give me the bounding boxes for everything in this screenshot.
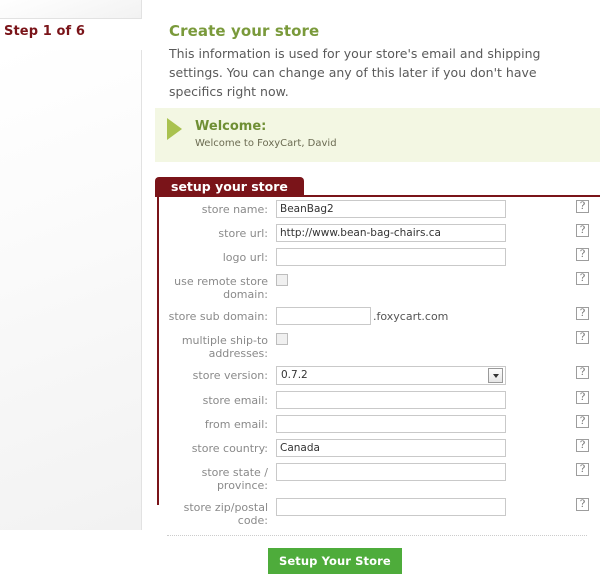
- help-icon-logo-url[interactable]: ?: [576, 248, 589, 261]
- step-indicator: Step 1 of 6: [4, 24, 86, 39]
- control-logo-url: [276, 248, 600, 266]
- form-row-use-remote-store-domain: use remote store domain: ?: [155, 272, 600, 301]
- help-icon-store-zip-postal-code[interactable]: ?: [576, 498, 589, 511]
- submit-row: Setup Your Store: [155, 548, 600, 574]
- form-row-store-country: store country: ?: [155, 439, 600, 457]
- label-logo-url: logo url:: [222, 251, 268, 264]
- setup-your-store-button[interactable]: Setup Your Store: [268, 548, 402, 574]
- form-row-store-version: store version: 0.7.2 ?: [155, 366, 600, 385]
- triangle-right-icon: [167, 118, 182, 140]
- help-icon-from-email[interactable]: ?: [576, 415, 589, 428]
- page-description: This information is used for your store'…: [169, 46, 541, 99]
- control-store-name: [276, 200, 600, 218]
- label-store-sub-domain: store sub domain:: [168, 310, 268, 323]
- control-store-sub-domain: .foxycart.com: [276, 307, 600, 325]
- tab-setup-your-store[interactable]: setup your store: [155, 177, 304, 197]
- label-from-email: from email:: [204, 418, 268, 431]
- label-use-remote-store-domain: use remote store domain:: [174, 275, 268, 301]
- label-store-state-province: store state / province:: [201, 466, 268, 492]
- label-store-country: store country:: [191, 442, 268, 455]
- control-store-version: 0.7.2: [276, 366, 600, 385]
- main-content: Create your store This information is us…: [155, 0, 600, 574]
- control-use-remote-store-domain: [276, 272, 600, 286]
- form-row-store-state-province: store state / province: ?: [155, 463, 600, 492]
- form-row-store-url: store url: ?: [155, 224, 600, 242]
- form-row-logo-url: logo url: ?: [155, 248, 600, 266]
- label-multiple-ship-to-addresses: multiple ship-to addresses:: [181, 334, 268, 360]
- store-zip-postal-code-input[interactable]: [276, 498, 506, 516]
- form-divider: [167, 535, 587, 536]
- form-row-store-zip-postal-code: store zip/postal code: ?: [155, 498, 600, 527]
- control-store-state-province: [276, 463, 600, 481]
- help-icon-store-name[interactable]: ?: [576, 200, 589, 213]
- page-title: Create your store: [169, 22, 320, 40]
- form-row-store-email: store email: ?: [155, 391, 600, 409]
- store-version-select[interactable]: 0.7.2: [276, 366, 506, 385]
- store-sub-domain-input[interactable]: [276, 307, 371, 325]
- label-store-name: store name:: [201, 203, 268, 216]
- help-icon-store-sub-domain[interactable]: ?: [576, 307, 589, 320]
- store-version-selected-value: 0.7.2: [281, 369, 308, 381]
- form-row-store-name: store name: ?: [155, 200, 600, 218]
- help-icon-store-url[interactable]: ?: [576, 224, 589, 237]
- control-store-country: [276, 439, 600, 457]
- store-country-input[interactable]: [276, 439, 506, 457]
- multiple-ship-to-addresses-checkbox[interactable]: [276, 333, 288, 345]
- sidebar-panel-top: [0, 0, 142, 19]
- from-email-input[interactable]: [276, 415, 506, 433]
- control-multiple-ship-to-addresses: [276, 331, 600, 345]
- sidebar: Step 1 of 6: [0, 0, 145, 530]
- store-sub-domain-suffix: .foxycart.com: [373, 309, 449, 323]
- control-store-email: [276, 391, 600, 409]
- form-row-from-email: from email: ?: [155, 415, 600, 433]
- form-row-store-sub-domain: store sub domain: .foxycart.com ?: [155, 307, 600, 325]
- use-remote-store-domain-checkbox[interactable]: [276, 274, 288, 286]
- help-icon-multiple-ship-to-addresses[interactable]: ?: [576, 331, 589, 344]
- setup-store-form: store name: ? store url: ? logo url: ? u…: [155, 200, 600, 574]
- store-email-input[interactable]: [276, 391, 506, 409]
- control-store-zip-postal-code: [276, 498, 600, 516]
- sidebar-panel-main: [0, 50, 142, 530]
- label-store-zip-postal-code: store zip/postal code:: [183, 501, 268, 527]
- control-store-url: [276, 224, 600, 242]
- chevron-down-icon[interactable]: [488, 368, 503, 383]
- help-icon-store-email[interactable]: ?: [576, 391, 589, 404]
- label-store-version: store version:: [192, 369, 268, 382]
- welcome-subtitle: Welcome to FoxyCart, David: [195, 138, 337, 149]
- help-icon-store-state-province[interactable]: ?: [576, 463, 589, 476]
- label-store-email: store email:: [202, 394, 268, 407]
- help-icon-use-remote-store-domain[interactable]: ?: [576, 272, 589, 285]
- welcome-banner: Welcome: Welcome to FoxyCart, David: [155, 108, 600, 162]
- store-url-input[interactable]: [276, 224, 506, 242]
- control-from-email: [276, 415, 600, 433]
- welcome-title: Welcome:: [195, 119, 267, 134]
- store-name-input[interactable]: [276, 200, 506, 218]
- form-row-multiple-ship-to-addresses: multiple ship-to addresses: ?: [155, 331, 600, 360]
- label-store-url: store url:: [218, 227, 268, 240]
- help-icon-store-version[interactable]: ?: [576, 366, 589, 379]
- form-top-rule: [284, 195, 600, 197]
- logo-url-input[interactable]: [276, 248, 506, 266]
- store-state-province-input[interactable]: [276, 463, 506, 481]
- help-icon-store-country[interactable]: ?: [576, 439, 589, 452]
